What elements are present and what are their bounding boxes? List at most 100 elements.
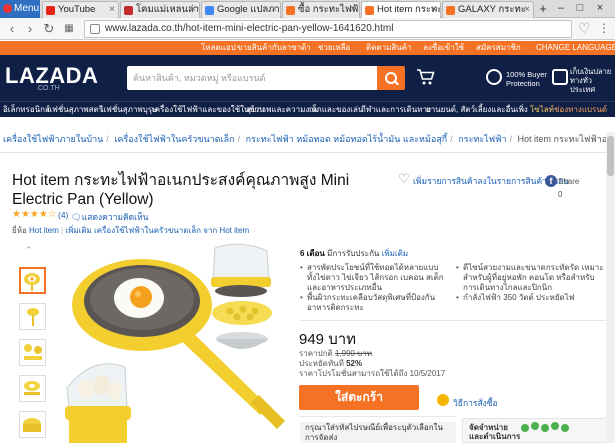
page-info-icon[interactable]: [90, 24, 100, 34]
page-scrollbar[interactable]: [606, 132, 615, 443]
more-from-brand-link[interactable]: เพิ่มเติม เครื่องใช้ไฟฟ้าในครัวขนาดเล็ก …: [65, 226, 249, 235]
change-language-link[interactable]: CHANGE LANGUAGE: [536, 41, 615, 55]
close-tab-icon[interactable]: ×: [271, 2, 277, 18]
seller-rating-icon: [515, 422, 575, 436]
comment-link[interactable]: 🗨แสดงความคิดเห็น: [71, 210, 149, 224]
thumbnail-column: ⌃: [17, 245, 47, 443]
thumbnail[interactable]: [19, 267, 46, 294]
tab-lazada-search[interactable]: ซื้อ กระทะไฟฟ้ ×: [282, 1, 360, 18]
category-sports-travel[interactable]: กีฬาและการเดินทาง: [361, 102, 431, 117]
cart-icon[interactable]: [416, 68, 436, 86]
how-to-order-link[interactable]: วิธีการสั่งซื้อ: [453, 396, 498, 410]
help-link[interactable]: ช่วยเหลือ: [318, 41, 350, 55]
warranty-more-link[interactable]: เพิ่มเติม: [382, 249, 408, 258]
cod-label: เก็บเงินปลาย ทางทั่ว ประเทศ: [570, 67, 612, 94]
heart-icon: ♡: [398, 171, 410, 186]
maximize-icon[interactable]: □: [572, 0, 588, 18]
tab-google-translate[interactable]: Google แปลภาษา×: [201, 1, 281, 18]
breadcrumb-item[interactable]: กระทะไฟฟ้า หม้อทอด หม้อทอดไร้น้ำมัน และห…: [246, 134, 448, 144]
brand-link[interactable]: Hot item: [29, 226, 59, 235]
review-count[interactable]: (4): [58, 210, 68, 220]
close-tab-icon[interactable]: ×: [190, 2, 196, 18]
tab-youtube[interactable]: YouTube ×: [42, 1, 119, 18]
breadcrumb: เครื่องใช้ไฟฟ้าภายในบ้าน / เครื่องใช้ไฟฟ้…: [3, 132, 613, 146]
sell-on-lazada-link[interactable]: ขายสินค้ากับลาซาด้า: [237, 41, 311, 55]
add-to-wishlist[interactable]: ♡ เพิ่มรายการสินค้าลงในรายการสินค้าที่ชอ…: [398, 171, 569, 188]
browser-toolbar: ‹ › ↻ ▦ www.lazada.co.th/hot-item-mini-e…: [0, 18, 615, 40]
buyer-protection-label: 100% Buyer Protection: [506, 70, 547, 88]
category-women-fashion[interactable]: แฟชั่นสุภาพสตรี: [47, 102, 103, 117]
address-bar[interactable]: www.lazada.co.th/hot-item-mini-electric-…: [84, 20, 572, 38]
top-utility-bar: โหลดแอป ขายสินค้ากับลาซาด้า ช่วยเหลือ ติ…: [0, 41, 615, 55]
login-link[interactable]: ลงชื่อเข้าใช้: [423, 41, 464, 55]
warranty-info: 6 เดือน มีการรับประกัน เพิ่มเติม: [300, 249, 409, 258]
forward-icon[interactable]: ›: [22, 21, 38, 37]
add-to-cart-button[interactable]: ใส่ตะกร้า: [299, 385, 419, 410]
close-tab-icon[interactable]: ×: [109, 2, 115, 18]
divider: [300, 416, 456, 417]
lazada-favicon-icon: [286, 6, 295, 15]
grid-icon[interactable]: ▦: [61, 21, 77, 37]
lazada-logo-domain: .CO.TH: [36, 85, 60, 92]
buyer-protection-icon: [486, 69, 502, 85]
brand-line: ยี่ห้อ Hot item | เพิ่มเติม เครื่องใช้ไฟ…: [12, 226, 250, 235]
track-order-link[interactable]: ติดตามสินค้า: [366, 41, 412, 55]
site-favicon-icon: [124, 6, 133, 15]
divider: [300, 320, 610, 321]
promo-validity: ราคาโปรโมชั่นสามารถใช้ได้ถึง 10/5/2017: [299, 369, 446, 378]
scrollbar-thumb[interactable]: [607, 136, 614, 176]
browser-tab-strip: Menu YouTube × โคมแม่เหลนล่าง × Google แปล…: [0, 0, 615, 18]
thumbnail[interactable]: [19, 375, 46, 402]
close-tab-icon[interactable]: ×: [524, 2, 530, 18]
breadcrumb-item[interactable]: กระทะไฟฟ้า: [458, 134, 506, 144]
browser-menu-button[interactable]: Menu: [0, 0, 40, 18]
close-window-icon[interactable]: ×: [592, 0, 608, 18]
thumbnail[interactable]: [19, 339, 46, 366]
reload-icon[interactable]: ↻: [41, 21, 57, 37]
youtube-favicon-icon: [46, 6, 55, 15]
bookmark-star-icon[interactable]: ♡: [578, 20, 591, 37]
browser-menu-icon[interactable]: ⋮: [598, 22, 610, 34]
search-input[interactable]: ค้นหาสินค้า, หมวดหมู่ หรือแบรนด์: [127, 66, 379, 90]
rating-stars[interactable]: ★★★★☆: [12, 209, 57, 220]
order-help-icon: [437, 394, 449, 406]
breadcrumb-current: Hot item กระทะไฟฟ้าอเนกประสงค์คุณภาพสูง …: [517, 134, 613, 144]
close-tab-icon[interactable]: ×: [431, 2, 437, 18]
feature-item: กำลังไฟฟ้า 350 วัตต์ ประหยัดไฟ: [456, 293, 604, 303]
download-app-link[interactable]: โหลดแอป: [201, 41, 236, 55]
tab-hot-item[interactable]: Hot item กระทะ ×: [361, 1, 441, 18]
lazada-favicon-icon: [365, 6, 374, 15]
tab-galaxy[interactable]: GALAXY กระทะ ×: [442, 1, 534, 18]
category-kids-toys[interactable]: เด็กและของเล่น: [309, 102, 363, 117]
category-nav: อิเล็กทรอนิกส์ แฟชั่นสุภาพสตรี แฟชั่นสุภ…: [0, 101, 615, 117]
category-auto-pets[interactable]: ยานยนต์, สัตว์เลี้ยงและอื่นเพิ่ง: [426, 102, 528, 117]
main-product-image[interactable]: [55, 243, 286, 443]
category-men-fashion[interactable]: แฟชั่นสุภาพบุรุษ: [101, 102, 157, 117]
feature-item: ดีไซน์สวยงามและขนาดกระทัดรัด เหมาะสำหรับ…: [456, 263, 604, 293]
category-brand-channel[interactable]: ช่องทางแบรนด์: [554, 102, 607, 117]
new-tab-button[interactable]: +: [536, 2, 550, 16]
site-header: LAZADA .CO.TH ค้นหาสินค้า, หมวดหมู่ หรือ…: [0, 55, 615, 101]
minimize-icon[interactable]: –: [553, 0, 569, 18]
facebook-share-button[interactable]: f Share 0: [545, 175, 581, 199]
divider: [0, 152, 615, 153]
thumbnail[interactable]: [19, 303, 46, 330]
breadcrumb-item[interactable]: เครื่องใช้ไฟฟ้าในครัวขนาดเล็ก: [114, 134, 234, 144]
product-title: Hot item กระทะไฟฟ้าอเนกประสงค์คุณภาพสูง …: [12, 172, 350, 208]
search-button[interactable]: [377, 66, 405, 90]
cod-icon: [552, 69, 568, 85]
category-solite[interactable]: โซไลท์: [530, 102, 554, 117]
lazada-favicon-icon: [446, 6, 455, 15]
back-icon[interactable]: ‹: [4, 21, 20, 37]
comment-icon: 🗨: [71, 212, 82, 222]
breadcrumb-item[interactable]: เครื่องใช้ไฟฟ้าภายในบ้าน: [3, 134, 103, 144]
signup-link[interactable]: สมัครสมาชิก: [476, 41, 521, 55]
category-electronics[interactable]: อิเล็กทรอนิกส์: [3, 102, 50, 117]
chevron-up-icon[interactable]: ⌃: [25, 245, 33, 256]
feature-item: สารพัดประโยชน์ที่ใช้ทอดได้หลายแบบ ทั้งไข…: [300, 263, 448, 293]
close-tab-icon[interactable]: ×: [350, 2, 356, 18]
tab-thai-site[interactable]: โคมแม่เหลนล่าง ×: [120, 1, 200, 18]
delivery-postcode-box[interactable]: กรุณาใส่รหัสไปรษณีย์เพื่อระบุตัวเลือกใน …: [300, 422, 456, 443]
feature-item: พื้นผิวกระทะเคลือบวัสดุพิเศษที่ป้องกันอา…: [300, 293, 448, 313]
thumbnail[interactable]: [19, 411, 46, 438]
